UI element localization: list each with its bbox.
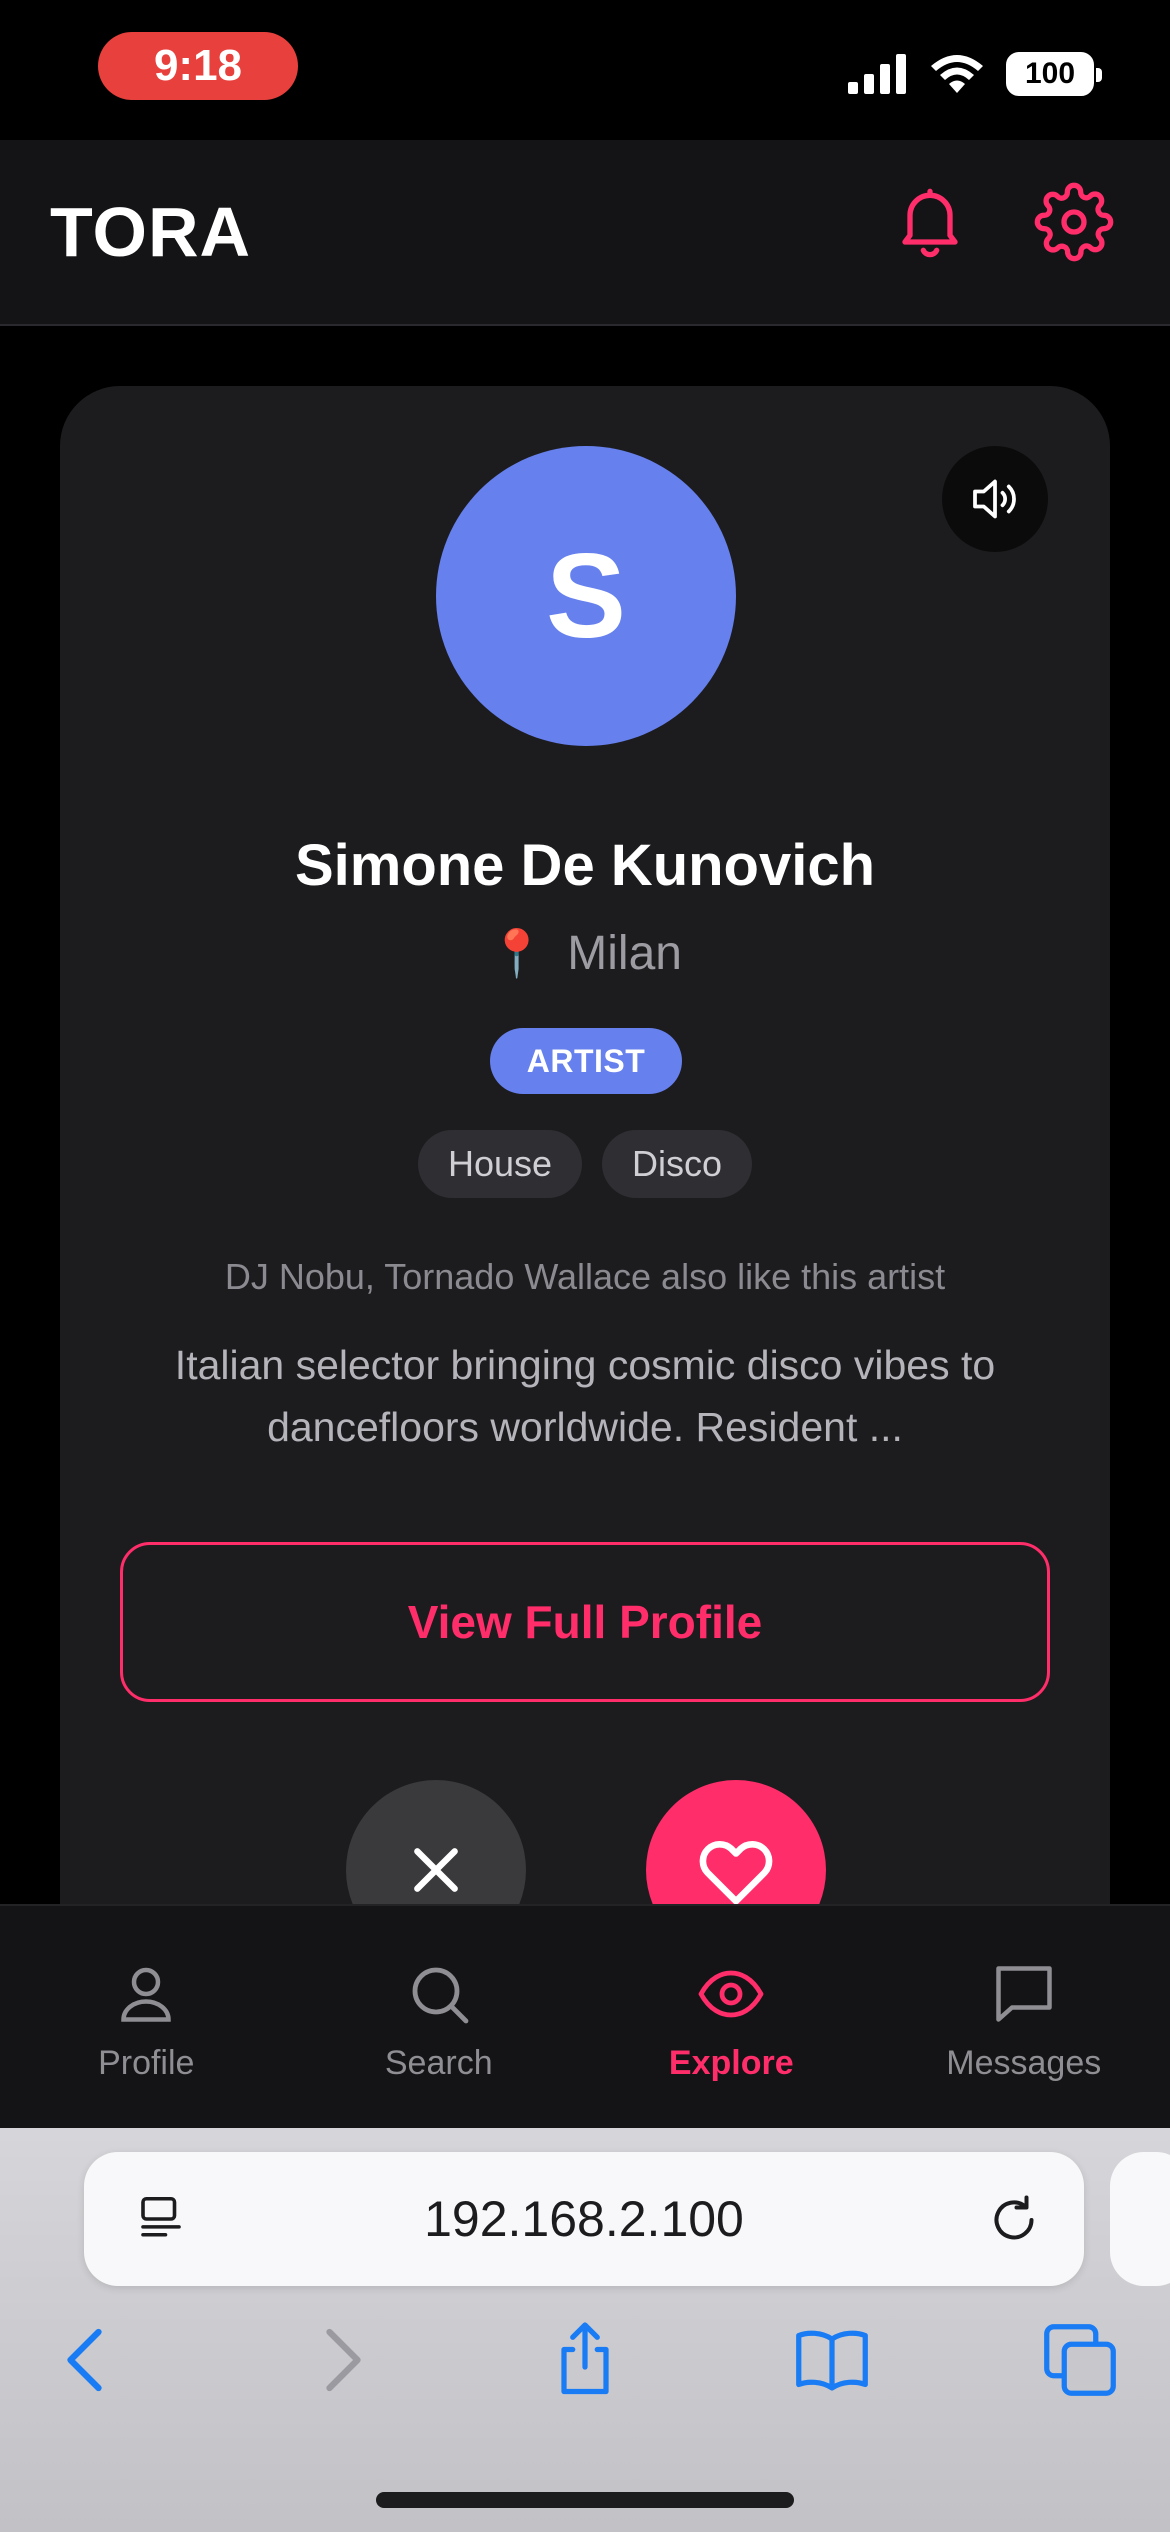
genre-tag: House (417, 1130, 583, 1198)
chat-icon (996, 1966, 1052, 2022)
status-bar: 9:18 100 (0, 0, 1170, 140)
app-title: TORA (50, 193, 252, 271)
next-tab-preview[interactable] (1110, 2152, 1170, 2286)
nav-label: Profile (98, 2044, 195, 2082)
search-icon (412, 1967, 469, 2024)
pass-button[interactable] (346, 1780, 526, 1904)
back-icon[interactable] (46, 2318, 130, 2402)
browser-toolbar: 192.168.2.100 (0, 2128, 1170, 2532)
role-badge: ARTIST (490, 1028, 682, 1094)
mutual-likes-text: DJ Nobu, Tornado Wallace also like this … (224, 1256, 946, 1297)
nav-item-explore[interactable]: Explore (585, 1906, 878, 2128)
forward-icon[interactable] (298, 2318, 382, 2402)
avatar: S (436, 446, 736, 746)
genre-tag: Disco (602, 1130, 753, 1198)
wifi-icon (931, 55, 983, 93)
bookmarks-icon[interactable] (790, 2318, 874, 2402)
share-icon[interactable] (543, 2318, 627, 2402)
person-icon (121, 1967, 172, 2022)
battery-indicator: 100 (1006, 52, 1102, 96)
map-pin-icon: 📍 (488, 927, 546, 979)
url-text: 192.168.2.100 (424, 2191, 744, 2247)
app-header: TORA (0, 140, 1170, 326)
status-icons: 100 (848, 48, 1102, 100)
gear-icon[interactable] (1034, 182, 1114, 262)
location-text: Milan (567, 927, 682, 980)
reload-icon[interactable] (984, 2190, 1044, 2250)
nav-label: Messages (946, 2044, 1102, 2082)
nav-label: Explore (668, 2044, 794, 2082)
tabs-icon[interactable] (1038, 2318, 1122, 2402)
view-full-profile-button[interactable]: View Full Profile (120, 1542, 1050, 1702)
home-indicator (376, 2492, 794, 2508)
profile-card[interactable]: S Simone De Kunovich 📍 Milan ARTIST Hous… (60, 386, 1110, 1904)
like-button[interactable] (646, 1780, 826, 1904)
sound-toggle-button[interactable] (942, 446, 1048, 552)
address-bar[interactable]: 192.168.2.100 (84, 2152, 1084, 2286)
heart-icon (699, 1840, 773, 1904)
eye-icon (698, 1970, 764, 2018)
bottom-nav: Profile Search Explore Messages (0, 1904, 1170, 2128)
artist-bio: Italian selector bringing cosmic disco v… (174, 1342, 996, 1450)
status-time: 9:18 (98, 32, 298, 100)
nav-item-profile[interactable]: Profile (0, 1906, 293, 2128)
browser-tool-row (0, 2318, 1170, 2418)
location: 📍 Milan (60, 926, 1110, 981)
explore-feed[interactable]: S Simone De Kunovich 📍 Milan ARTIST Hous… (0, 326, 1170, 1904)
close-icon (414, 1848, 458, 1892)
nav-item-messages[interactable]: Messages (878, 1906, 1170, 2128)
speaker-icon (973, 479, 1016, 519)
cellular-signal-icon (848, 54, 906, 94)
artist-name: Simone De Kunovich (294, 833, 876, 898)
nav-label: Search (384, 2044, 493, 2082)
genre-tags: House Disco (60, 1130, 1110, 1198)
nav-item-search[interactable]: Search (293, 1906, 586, 2128)
bell-icon[interactable] (890, 182, 970, 262)
